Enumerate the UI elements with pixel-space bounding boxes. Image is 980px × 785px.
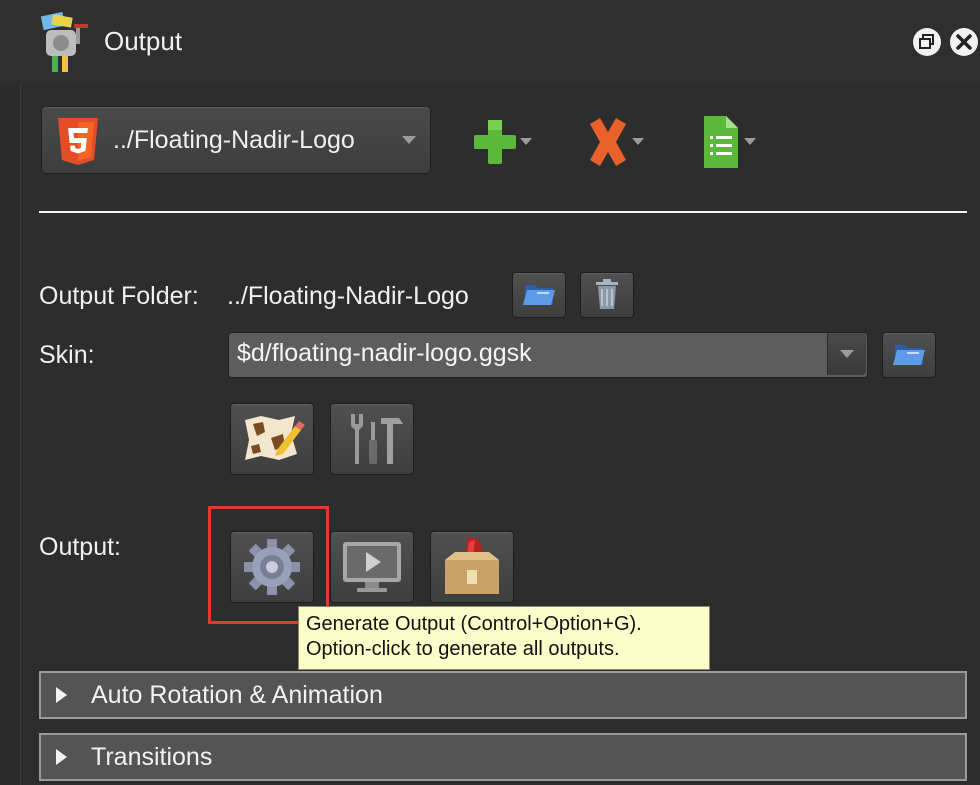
- chevron-down-icon: [402, 136, 416, 144]
- window-title: Output: [104, 26, 183, 56]
- triangle-right-icon: [56, 687, 67, 703]
- output-label: Output:: [39, 533, 121, 561]
- section-transitions[interactable]: Transitions: [39, 733, 967, 781]
- separator: [39, 211, 967, 213]
- restore-window-icon[interactable]: [913, 28, 941, 56]
- output-selector-value: ../Floating-Nadir-Logo: [113, 126, 355, 154]
- close-icon[interactable]: [950, 28, 978, 56]
- output-folder-label: Output Folder:: [39, 282, 199, 310]
- plus-icon: [474, 120, 516, 164]
- app-logo-icon: [38, 11, 96, 74]
- tooltip-line-1: Generate Output (Control+Option+G).: [306, 613, 642, 635]
- remove-output-button[interactable]: [584, 114, 648, 170]
- triangle-right-icon: [56, 749, 67, 765]
- monitor-play-icon: [343, 542, 401, 592]
- browse-skin-button[interactable]: [882, 332, 936, 378]
- x-icon: [590, 118, 626, 166]
- package-output-button[interactable]: [430, 531, 514, 603]
- output-document-button[interactable]: [700, 114, 764, 170]
- document-icon: [704, 116, 738, 168]
- tooltip: Generate Output (Control+Option+G). Opti…: [298, 606, 710, 670]
- package-box-icon: [445, 537, 499, 594]
- section-label: Auto Rotation & Animation: [91, 681, 383, 709]
- clear-folder-button[interactable]: [580, 272, 634, 318]
- output-folder-value: ../Floating-Nadir-Logo: [227, 282, 469, 310]
- folder-icon: [893, 345, 925, 365]
- chevron-down-icon: [840, 350, 854, 358]
- skin-editor-icon: [245, 416, 305, 460]
- skin-label: Skin:: [39, 341, 95, 369]
- section-label: Transitions: [91, 743, 213, 771]
- trash-icon: [596, 279, 618, 309]
- tools-icon: [351, 414, 403, 464]
- folder-icon: [523, 285, 555, 305]
- skin-dropdown-button[interactable]: [827, 333, 866, 375]
- skin-path-value: $d/floating-nadir-logo.ggsk: [237, 339, 532, 367]
- section-auto-rotation[interactable]: Auto Rotation & Animation: [39, 671, 967, 719]
- tools-button[interactable]: [330, 403, 414, 475]
- add-output-button[interactable]: [472, 114, 536, 170]
- tooltip-line-2: Option-click to generate all outputs.: [306, 638, 620, 660]
- preview-output-button[interactable]: [330, 531, 414, 603]
- html5-icon: [55, 116, 101, 166]
- browse-folder-button[interactable]: [512, 272, 566, 318]
- skin-editor-button[interactable]: [230, 403, 314, 475]
